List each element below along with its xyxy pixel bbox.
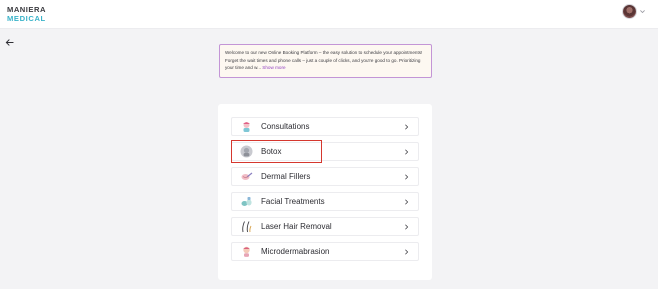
welcome-message: Welcome to our new Online Booking Platfo… [219, 44, 432, 78]
services-panel: Consultations Botox Dermal Fillers Facia… [218, 104, 432, 280]
brand-logo[interactable]: MANIERA MEDICAL [7, 6, 46, 22]
consultation-icon [240, 120, 253, 133]
user-menu[interactable] [622, 4, 646, 19]
laser-hair-removal-icon [240, 220, 253, 233]
chevron-right-icon [405, 173, 409, 180]
service-item-consultations[interactable]: Consultations [231, 117, 419, 136]
back-button[interactable] [3, 36, 15, 48]
service-label: Laser Hair Removal [261, 222, 332, 231]
show-more-link[interactable]: Show more [262, 65, 285, 70]
service-item-botox[interactable]: Botox [231, 142, 419, 161]
facial-treatments-icon [240, 195, 253, 208]
arrow-left-icon [5, 38, 14, 46]
welcome-text: Welcome to our new Online Booking Platfo… [225, 50, 423, 71]
service-item-dermal-fillers[interactable]: Dermal Fillers [231, 167, 419, 186]
service-item-facial-treatments[interactable]: Facial Treatments [231, 192, 419, 211]
service-label: Dermal Fillers [261, 172, 311, 181]
microdermabrasion-icon [240, 245, 253, 258]
service-item-laser-hair-removal[interactable]: Laser Hair Removal [231, 217, 419, 236]
chevron-right-icon [405, 248, 409, 255]
chevron-right-icon [405, 123, 409, 130]
top-bar: MANIERA MEDICAL [0, 0, 658, 29]
service-label: Facial Treatments [261, 197, 325, 206]
chevron-right-icon [405, 198, 409, 205]
chevron-down-icon[interactable] [639, 8, 646, 15]
chevron-right-icon [405, 223, 409, 230]
service-label: Consultations [261, 122, 310, 131]
dermal-fillers-icon [240, 170, 253, 183]
brand-line-1: MANIERA [7, 5, 46, 14]
brand-line-2: MEDICAL [7, 13, 46, 23]
chevron-right-icon [405, 148, 409, 155]
service-label: Botox [261, 147, 282, 156]
service-item-microdermabrasion[interactable]: Microdermabrasion [231, 242, 419, 261]
service-label: Microdermabrasion [261, 247, 330, 256]
botox-icon [240, 145, 253, 158]
user-avatar[interactable] [622, 4, 637, 19]
